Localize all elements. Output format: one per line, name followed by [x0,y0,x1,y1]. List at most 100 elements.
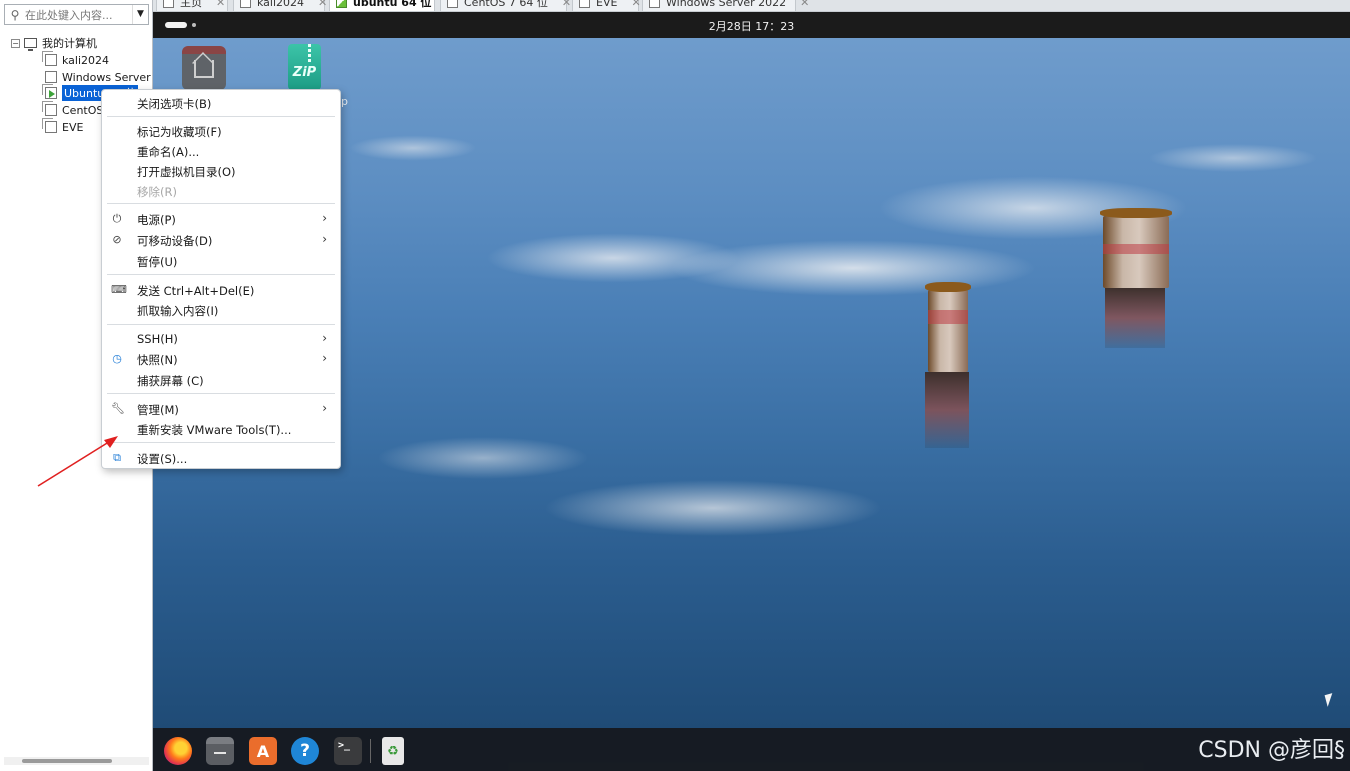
close-icon[interactable]: ✕ [216,0,225,9]
wrench-icon: 🔧︎ [111,402,125,415]
vm-running-icon [336,0,347,8]
search-icon: ⚲ [10,7,20,22]
menu-item-settings[interactable]: ⧉ 设置(S)... [102,448,340,468]
zip-file-icon[interactable]: ZiP [288,44,321,90]
app-center-icon[interactable]: A [249,737,277,765]
vm-icon [579,0,590,8]
menu-item-label: 移除(R) [137,185,177,199]
tab-ubuntu[interactable]: ubuntu 64 位 ✕ [329,0,455,11]
tree-item-label: EVE [62,120,84,134]
tab-centos[interactable]: CentOS 7 64 位 ✕ [440,0,571,11]
tree-item-label: kali2024 [62,53,110,67]
firefox-icon[interactable] [164,737,192,765]
wallpaper-post [1100,208,1172,288]
menu-separator [107,274,335,275]
menu-item-label: 设置(S)... [137,452,188,466]
menu-separator [107,116,335,117]
library-search-box[interactable]: ⚲ 在此处键入内容... ▼ [4,4,149,25]
menu-separator [107,393,335,394]
home-icon [163,0,174,8]
tab-label: CentOS 7 64 位 [464,0,548,9]
vm-icon [649,0,660,8]
tab-home[interactable]: 主页 ✕ [156,0,228,11]
send-keys-icon: ⌨ [111,283,127,296]
submenu-arrow-icon: › [322,401,327,415]
tab-eve[interactable]: EVE ✕ [572,0,641,11]
vm-icon [240,0,251,8]
tab-label: Windows Server 2022 [666,0,787,9]
collapse-icon[interactable]: − [11,38,20,48]
menu-item-label: 发送 Ctrl+Alt+Del(E) [137,284,255,298]
horizontal-scrollbar[interactable] [4,757,149,765]
menu-item-open-vm-directory[interactable]: 打开虚拟机目录(O) [102,161,340,181]
vm-tab-strip: 主页 ✕ kali2024 ✕ ubuntu 64 位 ✕ CentOS 7 6… [153,0,1350,12]
menu-item-label: 管理(M) [137,403,179,417]
menu-item-label: 标记为收藏项(F) [137,125,222,139]
tree-item-kali2024[interactable]: kali2024 [42,51,110,68]
menu-separator [107,203,335,204]
chevron-down-icon[interactable]: ▼ [132,5,148,24]
files-icon[interactable] [206,737,234,765]
scrollbar-thumb[interactable] [22,759,112,763]
tab-windows-server-2022[interactable]: Windows Server 2022 ✕ [642,0,809,11]
menu-item-label: SSH(H) [137,332,178,346]
trash-icon[interactable]: ♻ [382,737,404,765]
tree-item-windows-server[interactable]: Windows Server [45,69,151,85]
watermark: CSDN @彦回§ [1198,738,1345,763]
menu-item-send-ctrl-alt-del[interactable]: ⌨ 发送 Ctrl+Alt+Del(E) [102,280,340,300]
tree-item-eve[interactable]: EVE [42,118,84,135]
close-icon[interactable]: ✕ [631,0,640,9]
menu-item-label: 抓取输入内容(I) [137,304,219,318]
menu-item-label: 暂停(U) [137,255,178,269]
menu-item-close-tab[interactable]: 关闭选项卡(B) [102,93,340,113]
menu-item-power[interactable]: ⏻ 电源(P) › [102,209,340,229]
clock[interactable]: 2月28日 17：23 [153,18,1350,34]
close-icon[interactable]: ✕ [318,0,327,9]
tab-label: kali2024 [257,0,305,9]
tree-item-centos[interactable]: CentOS [42,101,103,118]
close-icon[interactable]: ✕ [562,0,571,9]
tab-label: EVE [596,0,618,9]
wallpaper-post-reflection [925,372,969,448]
menu-item-ssh[interactable]: SSH(H) › [102,329,340,349]
terminal-icon[interactable]: >_ [334,737,362,765]
tab-label: 主页 [180,0,202,9]
tab-label: ubuntu 64 位 [353,0,432,9]
home-folder-icon[interactable] [182,46,226,90]
desktop-icon-label: p [341,95,348,108]
gnome-top-bar: 2月28日 17：23 [153,12,1350,38]
tree-item-label: Windows Server [62,70,151,84]
menu-item-capture-screen[interactable]: 捕获屏幕 (C) [102,370,340,390]
vm-running-icon [42,84,57,99]
tree-root-my-computer[interactable]: − 我的计算机 [11,35,97,51]
menu-item-label: 捕获屏幕 (C) [137,374,204,388]
removable-device-icon: ⊘ [112,233,122,246]
menu-item-rename[interactable]: 重命名(A)... [102,141,340,161]
menu-item-snapshot[interactable]: ◷ 快照(N) › [102,349,340,369]
submenu-arrow-icon: › [322,331,327,345]
tab-kali2024[interactable]: kali2024 ✕ [233,0,327,11]
menu-item-pause[interactable]: 暂停(U) [102,251,340,271]
menu-item-grab-input[interactable]: 抓取输入内容(I) [102,300,340,320]
menu-item-label: 关闭选项卡(B) [137,97,212,111]
settings-icon: ⧉ [113,451,121,464]
help-icon[interactable]: ? [291,737,319,765]
menu-separator [107,442,335,443]
tree-root-label: 我的计算机 [42,37,97,50]
menu-item-add-favorite[interactable]: 标记为收藏项(F) [102,121,340,141]
vm-icon [42,101,57,116]
menu-item-label: 重命名(A)... [137,145,200,159]
menu-item-label: 打开虚拟机目录(O) [137,165,236,179]
search-input[interactable]: 在此处键入内容... [25,7,132,23]
power-icon: ⏻ [112,212,122,225]
submenu-arrow-icon: › [322,351,327,365]
menu-item-remove: 移除(R) [102,181,340,201]
menu-item-manage[interactable]: 🔧︎ 管理(M) › [102,399,340,419]
menu-item-removable-devices[interactable]: ⊘ 可移动设备(D) › [102,230,340,250]
dock: A ? >_ ♻ [153,728,1350,771]
vm-icon [42,51,57,66]
vm-icon [42,118,57,133]
menu-item-reinstall-vmware-tools[interactable]: 重新安装 VMware Tools(T)... [102,419,340,439]
vmware-workstation-window: ⚲ 在此处键入内容... ▼ − 我的计算机 kali2024 Windows … [0,0,1350,771]
close-icon[interactable]: ✕ [800,0,809,9]
